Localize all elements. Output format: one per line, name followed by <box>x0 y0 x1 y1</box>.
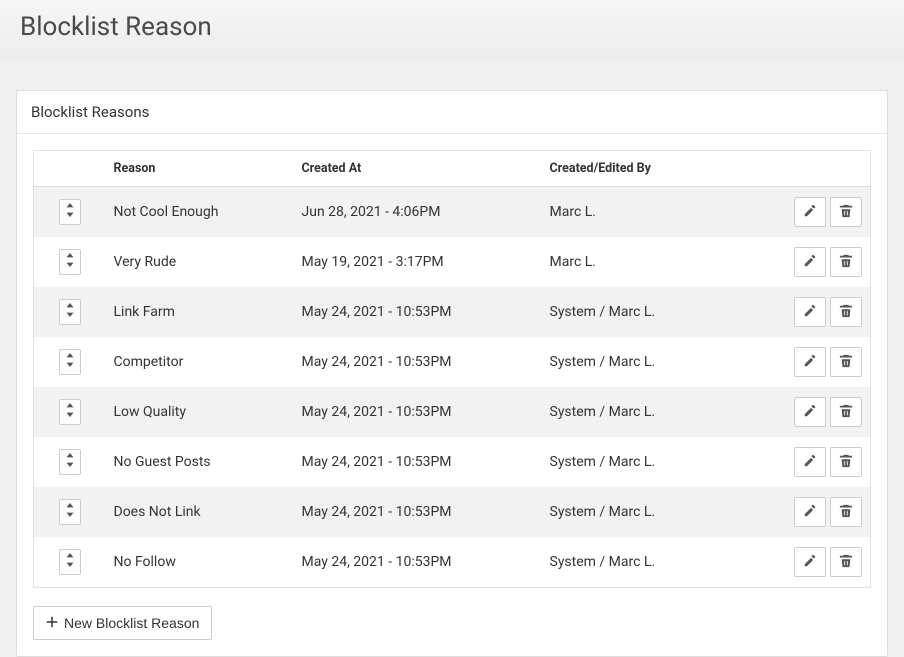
cell-created-by: System / Marc L. <box>542 387 722 437</box>
sort-icon <box>65 553 75 571</box>
column-header-actions <box>722 151 871 187</box>
drag-handle[interactable] <box>59 349 81 375</box>
edit-button[interactable] <box>794 397 826 427</box>
cell-reason: Link Farm <box>106 287 294 337</box>
cell-created-at: May 19, 2021 - 3:17PM <box>294 237 542 287</box>
edit-icon <box>803 504 817 521</box>
column-header-drag <box>34 151 106 187</box>
sort-icon <box>65 453 75 471</box>
cell-reason: Not Cool Enough <box>106 187 294 238</box>
cell-reason: No Guest Posts <box>106 437 294 487</box>
column-header-reason: Reason <box>106 151 294 187</box>
table-row: Not Cool EnoughJun 28, 2021 - 4:06PMMarc… <box>34 187 871 238</box>
cell-reason: Very Rude <box>106 237 294 287</box>
cell-created-by: System / Marc L. <box>542 437 722 487</box>
table-row: No Guest PostsMay 24, 2021 - 10:53PMSyst… <box>34 437 871 487</box>
cell-created-at: Jun 28, 2021 - 4:06PM <box>294 187 542 238</box>
edit-icon <box>803 254 817 271</box>
drag-handle[interactable] <box>59 449 81 475</box>
sort-icon <box>65 403 75 421</box>
cell-reason: Does Not Link <box>106 487 294 537</box>
edit-icon <box>803 454 817 471</box>
new-blocklist-reason-label: New Blocklist Reason <box>64 615 199 631</box>
table-row: Low QualityMay 24, 2021 - 10:53PMSystem … <box>34 387 871 437</box>
blocklist-panel: Blocklist Reasons Reason Created At Crea… <box>16 90 888 657</box>
edit-button[interactable] <box>794 497 826 527</box>
cell-created-at: May 24, 2021 - 10:53PM <box>294 487 542 537</box>
delete-button[interactable] <box>830 397 862 427</box>
trash-icon <box>839 254 853 271</box>
trash-icon <box>839 554 853 571</box>
cell-created-at: May 24, 2021 - 10:53PM <box>294 437 542 487</box>
drag-handle[interactable] <box>59 299 81 325</box>
new-blocklist-reason-button[interactable]: New Blocklist Reason <box>33 606 212 640</box>
sort-icon <box>65 503 75 521</box>
blocklist-table: Reason Created At Created/Edited By Not … <box>33 150 871 588</box>
sort-icon <box>65 303 75 321</box>
trash-icon <box>839 354 853 371</box>
cell-reason: Low Quality <box>106 387 294 437</box>
trash-icon <box>839 204 853 221</box>
edit-button[interactable] <box>794 197 826 227</box>
table-row: CompetitorMay 24, 2021 - 10:53PMSystem /… <box>34 337 871 387</box>
edit-icon <box>803 554 817 571</box>
delete-button[interactable] <box>830 297 862 327</box>
delete-button[interactable] <box>830 197 862 227</box>
delete-button[interactable] <box>830 547 862 577</box>
cell-created-by: System / Marc L. <box>542 537 722 588</box>
trash-icon <box>839 404 853 421</box>
edit-icon <box>803 304 817 321</box>
edit-icon <box>803 204 817 221</box>
cell-created-by: System / Marc L. <box>542 337 722 387</box>
cell-created-by: System / Marc L. <box>542 487 722 537</box>
delete-button[interactable] <box>830 497 862 527</box>
edit-button[interactable] <box>794 297 826 327</box>
cell-created-at: May 24, 2021 - 10:53PM <box>294 337 542 387</box>
sort-icon <box>65 203 75 221</box>
sort-icon <box>65 353 75 371</box>
panel-body: Reason Created At Created/Edited By Not … <box>17 134 887 656</box>
edit-button[interactable] <box>794 447 826 477</box>
cell-created-at: May 24, 2021 - 10:53PM <box>294 537 542 588</box>
edit-button[interactable] <box>794 347 826 377</box>
drag-handle[interactable] <box>59 249 81 275</box>
cell-created-by: Marc L. <box>542 187 722 238</box>
delete-button[interactable] <box>830 247 862 277</box>
cell-created-by: System / Marc L. <box>542 287 722 337</box>
drag-handle[interactable] <box>59 549 81 575</box>
trash-icon <box>839 304 853 321</box>
sort-icon <box>65 253 75 271</box>
trash-icon <box>839 504 853 521</box>
edit-button[interactable] <box>794 247 826 277</box>
cell-created-at: May 24, 2021 - 10:53PM <box>294 287 542 337</box>
edit-icon <box>803 354 817 371</box>
table-row: No FollowMay 24, 2021 - 10:53PMSystem / … <box>34 537 871 588</box>
plus-icon <box>46 615 58 631</box>
table-row: Does Not LinkMay 24, 2021 - 10:53PMSyste… <box>34 487 871 537</box>
drag-handle[interactable] <box>59 399 81 425</box>
cell-created-by: Marc L. <box>542 237 722 287</box>
drag-handle[interactable] <box>59 499 81 525</box>
cell-created-at: May 24, 2021 - 10:53PM <box>294 387 542 437</box>
table-row: Link FarmMay 24, 2021 - 10:53PMSystem / … <box>34 287 871 337</box>
trash-icon <box>839 454 853 471</box>
delete-button[interactable] <box>830 347 862 377</box>
delete-button[interactable] <box>830 447 862 477</box>
table-row: Very RudeMay 19, 2021 - 3:17PMMarc L. <box>34 237 871 287</box>
column-header-created-by: Created/Edited By <box>542 151 722 187</box>
panel-header: Blocklist Reasons <box>17 91 887 134</box>
cell-reason: Competitor <box>106 337 294 387</box>
page-title: Blocklist Reason <box>0 0 904 60</box>
cell-reason: No Follow <box>106 537 294 588</box>
edit-button[interactable] <box>794 547 826 577</box>
drag-handle[interactable] <box>59 199 81 225</box>
edit-icon <box>803 404 817 421</box>
column-header-created-at: Created At <box>294 151 542 187</box>
